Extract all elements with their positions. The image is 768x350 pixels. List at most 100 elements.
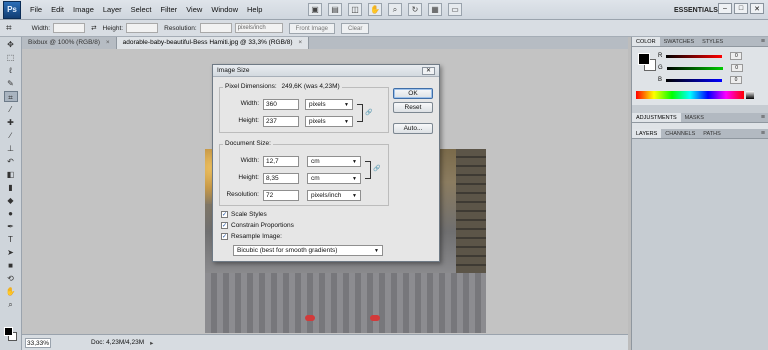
- bridge-icon[interactable]: ▣: [308, 3, 322, 16]
- zoom-tool-icon[interactable]: ⌕: [388, 3, 402, 16]
- options-width-field[interactable]: [53, 23, 86, 33]
- healing-brush-tool-icon[interactable]: ✚: [4, 117, 18, 128]
- document-info[interactable]: Doc: 4,23M/4,23M: [91, 339, 144, 346]
- blue-slider[interactable]: [666, 78, 723, 82]
- tab-swatches[interactable]: SWATCHES: [660, 37, 699, 46]
- scale-styles-checkbox[interactable]: ✓ Scale Styles: [221, 211, 267, 218]
- 3d-tool-icon[interactable]: ⟲: [4, 273, 18, 284]
- pixel-height-unit-select[interactable]: pixels ▼: [305, 116, 353, 127]
- shape-tool-icon[interactable]: ■: [4, 260, 18, 271]
- menu-help[interactable]: Help: [247, 5, 262, 14]
- red-slider[interactable]: [666, 54, 723, 58]
- pixel-width-label: Width:: [240, 100, 259, 107]
- foreground-color-swatch[interactable]: [4, 327, 13, 336]
- dialog-title-bar[interactable]: Image Size ✕: [213, 65, 439, 77]
- resolution-unit-select[interactable]: pixels/inch ▼: [307, 190, 361, 201]
- menu-edit[interactable]: Edit: [51, 5, 64, 14]
- menu-image[interactable]: Image: [73, 5, 94, 14]
- hand-tool-icon[interactable]: ✋: [4, 286, 18, 297]
- eraser-tool-icon[interactable]: ◧: [4, 169, 18, 180]
- swap-icon[interactable]: ⇄: [91, 24, 96, 32]
- color-foreground-swatch[interactable]: [638, 53, 650, 65]
- zoom-tool-icon[interactable]: ⌕: [4, 299, 18, 310]
- rotate-view-icon[interactable]: ↻: [408, 3, 422, 16]
- menu-layer[interactable]: Layer: [103, 5, 122, 14]
- screen-mode-icon[interactable]: ▭: [448, 3, 462, 16]
- tab-layers[interactable]: LAYERS: [632, 129, 662, 138]
- resample-image-checkbox[interactable]: ✓ Resample Image:: [221, 233, 282, 240]
- close-icon[interactable]: ×: [106, 39, 110, 46]
- tab-adjustments[interactable]: ADJUSTMENTS: [632, 113, 681, 122]
- black-white-ramp[interactable]: [746, 91, 754, 99]
- type-tool-icon[interactable]: T: [4, 234, 18, 245]
- dodge-tool-icon[interactable]: ●: [4, 208, 18, 219]
- blue-value[interactable]: 0: [730, 76, 743, 84]
- doc-height-unit: cm: [311, 175, 320, 182]
- blur-tool-icon[interactable]: ◆: [4, 195, 18, 206]
- resample-method-select[interactable]: Bicubic (best for smooth gradients) ▼: [233, 245, 383, 256]
- menu-view[interactable]: View: [186, 5, 202, 14]
- mini-bridge-icon[interactable]: ▤: [328, 3, 342, 16]
- options-resolution-unit[interactable]: pixels/inch: [234, 23, 283, 33]
- panel-menu-icon[interactable]: ≡: [761, 37, 765, 47]
- doc-height-input[interactable]: 8,35: [263, 173, 299, 184]
- tab-bixbux[interactable]: Bixbux @ 100% (RGB/8) ×: [22, 37, 117, 49]
- pixel-width-unit-select[interactable]: pixels ▼: [305, 99, 353, 110]
- move-tool-icon[interactable]: ✥: [4, 39, 18, 50]
- zoom-level-icon[interactable]: ◫: [348, 3, 362, 16]
- resolution-input[interactable]: 72: [263, 190, 299, 201]
- doc-width-input[interactable]: 12,7: [263, 156, 299, 167]
- clear-button[interactable]: Clear: [341, 22, 370, 34]
- lasso-tool-icon[interactable]: ℓ: [4, 65, 18, 76]
- quick-selection-tool-icon[interactable]: ✎: [4, 78, 18, 89]
- maximize-button[interactable]: □: [734, 3, 748, 14]
- doc-width-unit: cm: [311, 158, 320, 165]
- tab-styles[interactable]: STYLES: [698, 37, 727, 46]
- menu-file[interactable]: File: [30, 5, 42, 14]
- constrain-proportions-checkbox[interactable]: ✓ Constrain Proportions: [221, 222, 294, 229]
- menu-window[interactable]: Window: [211, 5, 238, 14]
- color-spectrum[interactable]: [636, 91, 744, 99]
- crop-tool-icon[interactable]: ⌗: [3, 91, 18, 102]
- clone-stamp-tool-icon[interactable]: ⊥: [4, 143, 18, 154]
- gradient-tool-icon[interactable]: ▮: [4, 182, 18, 193]
- reset-button[interactable]: Reset: [393, 102, 433, 113]
- options-height-field[interactable]: [126, 23, 159, 33]
- brush-tool-icon[interactable]: ∕: [4, 130, 18, 141]
- path-selection-tool-icon[interactable]: ➤: [4, 247, 18, 258]
- panel-menu-icon[interactable]: ≡: [761, 113, 765, 123]
- pixel-height-input[interactable]: 237: [263, 116, 299, 127]
- green-value[interactable]: 0: [730, 64, 743, 72]
- doc-height-unit-select[interactable]: cm ▼: [307, 173, 361, 184]
- menu-filter[interactable]: Filter: [161, 5, 178, 14]
- doc-width-unit-select[interactable]: cm ▼: [307, 156, 361, 167]
- close-button[interactable]: ✕: [750, 3, 764, 14]
- close-icon[interactable]: ×: [298, 39, 302, 46]
- auto-button[interactable]: Auto...: [393, 123, 433, 134]
- workspace-switcher[interactable]: ESSENTIALS ▾: [674, 6, 723, 14]
- history-brush-tool-icon[interactable]: ↶: [4, 156, 18, 167]
- crop-tool-icon[interactable]: ⌗: [6, 23, 12, 34]
- dialog-close-button[interactable]: ✕: [422, 67, 435, 75]
- tab-masks[interactable]: MASKS: [681, 113, 708, 122]
- panel-menu-icon[interactable]: ≡: [761, 129, 765, 139]
- tab-channels[interactable]: CHANNELS: [661, 129, 699, 138]
- pen-tool-icon[interactable]: ✒: [4, 221, 18, 232]
- status-menu-icon[interactable]: ▸: [150, 339, 153, 347]
- menu-select[interactable]: Select: [131, 5, 152, 14]
- options-resolution-field[interactable]: [199, 23, 232, 33]
- green-slider[interactable]: [666, 66, 723, 70]
- eyedropper-tool-icon[interactable]: ⁄: [4, 104, 18, 115]
- hand-tool-icon[interactable]: ✋: [368, 3, 382, 16]
- marquee-tool-icon[interactable]: ⬚: [4, 52, 18, 63]
- ok-button[interactable]: OK: [393, 88, 433, 99]
- red-value[interactable]: 0: [730, 52, 743, 60]
- zoom-level-field[interactable]: 33,33%: [25, 337, 51, 348]
- tab-paths[interactable]: PATHS: [699, 129, 725, 138]
- pixel-width-input[interactable]: 360: [263, 99, 299, 110]
- minimize-button[interactable]: –: [718, 3, 732, 14]
- front-image-button[interactable]: Front Image: [288, 22, 336, 34]
- arrange-documents-icon[interactable]: ▦: [428, 3, 442, 16]
- tab-adorable-baby[interactable]: adorable-baby-beautiful-Bess Hamiti.jpg …: [116, 37, 310, 49]
- tab-color[interactable]: COLOR: [632, 37, 660, 46]
